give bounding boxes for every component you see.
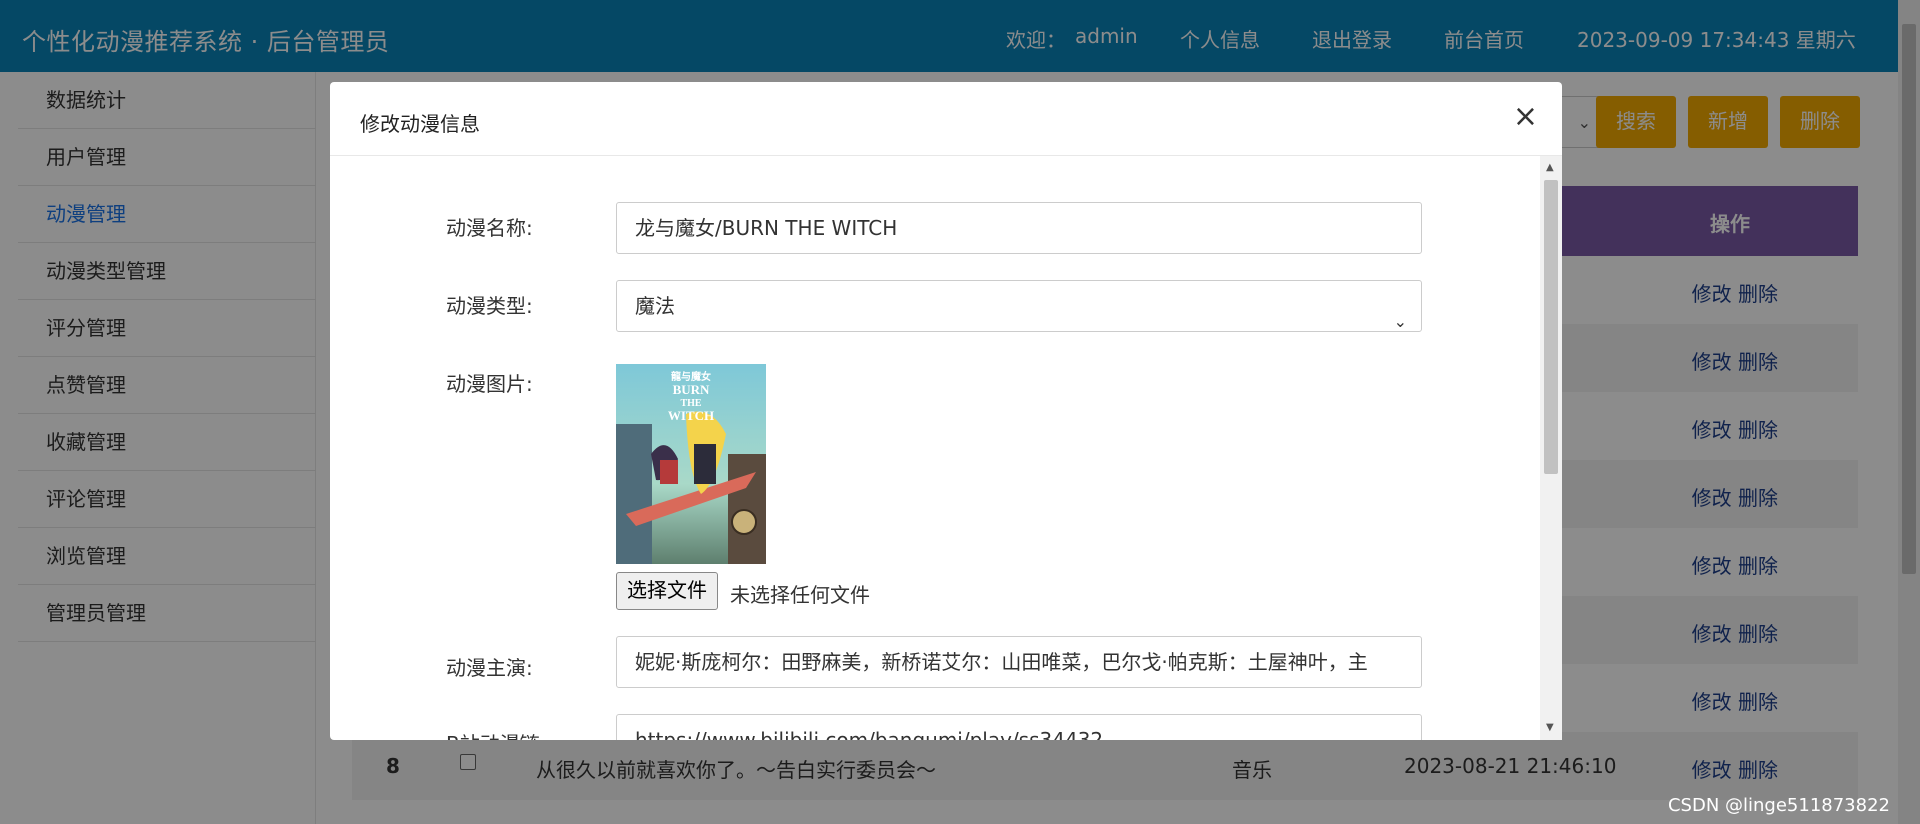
scroll-up-icon[interactable]: ▲ (1546, 162, 1554, 173)
modal-scrollbar[interactable]: ▲ ▼ (1540, 156, 1562, 740)
scroll-down-icon[interactable]: ▼ (1546, 722, 1554, 733)
link-input[interactable]: https://www.bilibili.com/bangumi/play/ss… (616, 714, 1422, 740)
link-label: B站动漫链 (446, 728, 540, 740)
modal-title: 修改动漫信息 (360, 112, 480, 136)
cast-input[interactable]: 妮妮·斯庞柯尔：田野麻美，新桥诺艾尔：山田唯菜，巴尔戈·帕克斯：土屋神叶，主 (616, 636, 1422, 688)
modal-header: 修改动漫信息 × (330, 82, 1562, 156)
modal-scroll-thumb[interactable] (1544, 180, 1558, 474)
modal-fields-lower: 动漫主演: 妮妮·斯庞柯尔：田野麻美，新桥诺艾尔：山田唯菜，巴尔戈·帕克斯：土屋… (330, 156, 1540, 740)
close-icon[interactable]: × (1513, 102, 1538, 132)
watermark: CSDN @linge511873822 (1667, 795, 1890, 816)
cast-label: 动漫主演: (446, 656, 533, 680)
